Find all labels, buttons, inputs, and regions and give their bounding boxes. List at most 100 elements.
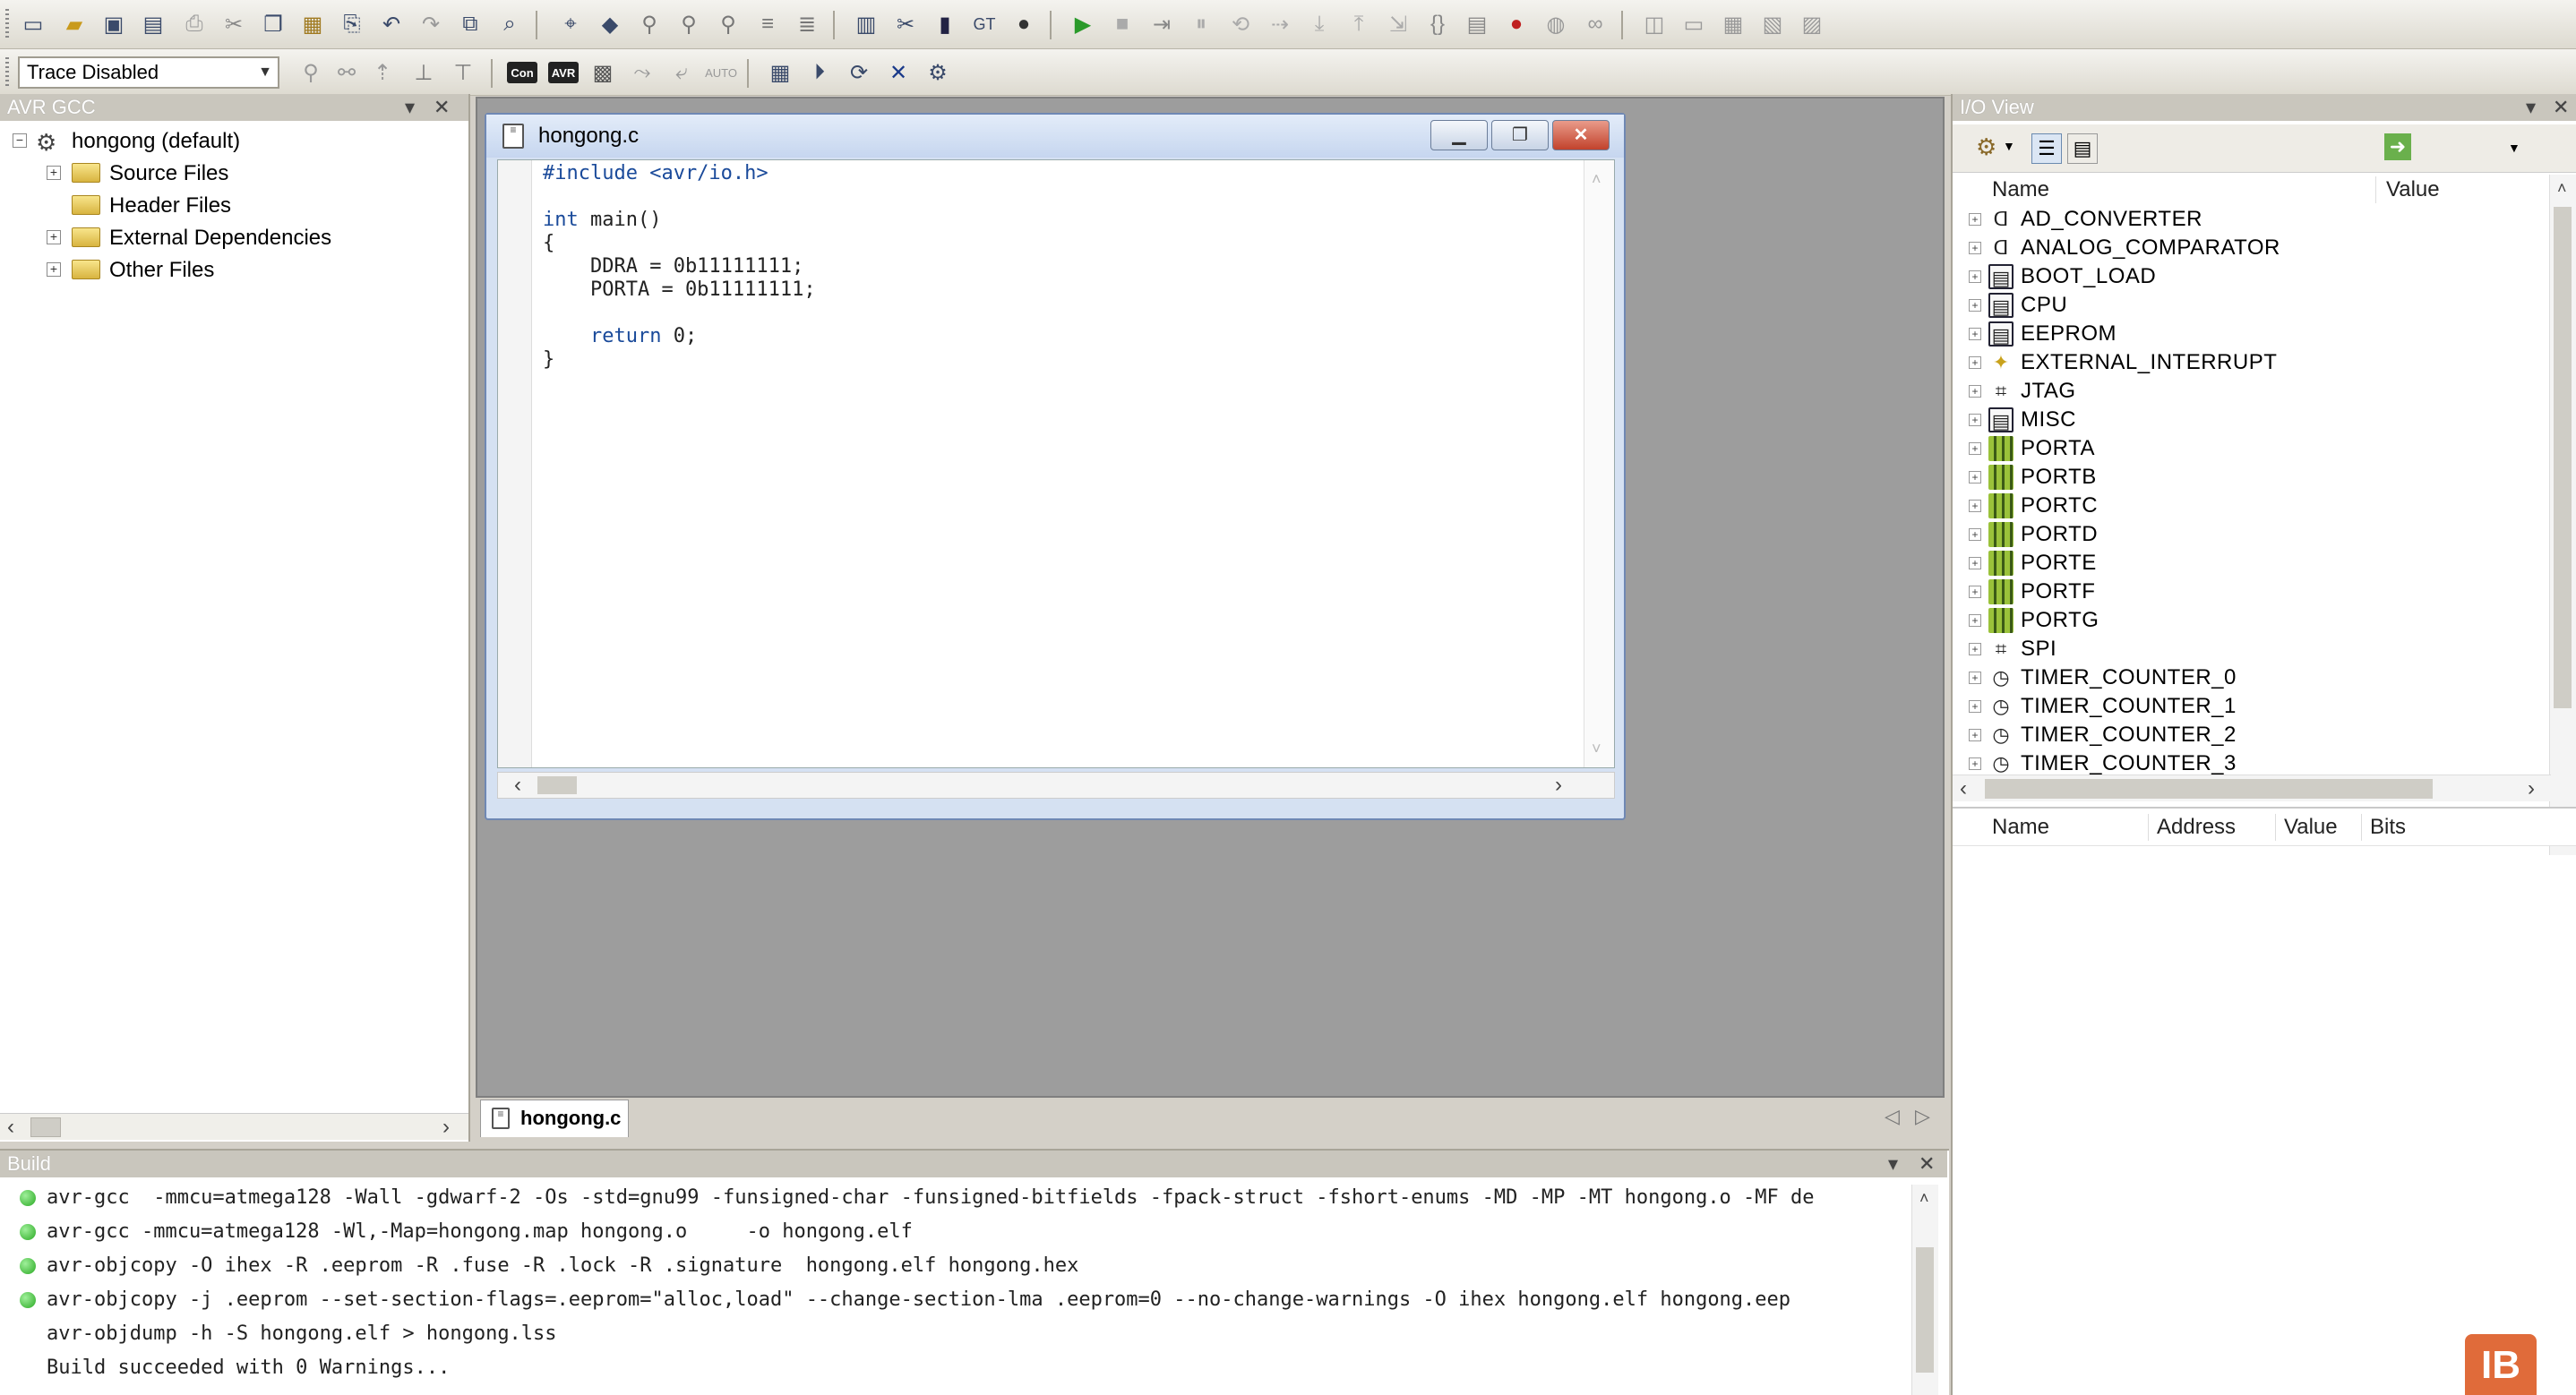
tree-item-source-files[interactable]: Source Files: [72, 158, 228, 189]
new-file-icon[interactable]: ▭: [18, 9, 48, 39]
step-icon[interactable]: ⇥: [1146, 9, 1177, 39]
window-icon[interactable]: ⧉: [455, 9, 485, 39]
io-item[interactable]: + ◷ TIMER_COUNTER_0: [1953, 663, 2526, 692]
editor-hscrollbar[interactable]: ‹ ›: [497, 772, 1615, 799]
tree-expand-icon[interactable]: +: [1969, 442, 1981, 455]
build-icon[interactable]: ▥: [851, 9, 881, 39]
breakpoint-icon[interactable]: ●: [1501, 9, 1532, 39]
paste-icon[interactable]: ▦: [297, 9, 328, 39]
io-item[interactable]: + ⌗ JTAG: [1953, 377, 2526, 406]
io-item[interactable]: + ⌗ SPI: [1953, 635, 2526, 663]
registers-icon[interactable]: ▦: [1718, 9, 1748, 39]
scroll-left-icon[interactable]: ‹: [1960, 775, 1967, 802]
io-item[interactable]: + PORTB: [1953, 463, 2526, 492]
gt-icon[interactable]: GT: [969, 9, 1000, 39]
outdent-icon[interactable]: ≣: [792, 9, 822, 39]
scroll-thumb[interactable]: [1985, 779, 2433, 799]
run-to-cursor-icon[interactable]: ⇲: [1383, 9, 1413, 39]
column-header-value[interactable]: Value: [2284, 812, 2338, 843]
copy-icon[interactable]: ❐: [258, 9, 288, 39]
compile-icon[interactable]: ✂: [890, 9, 921, 39]
scroll-right-icon[interactable]: ›: [2528, 775, 2535, 802]
tree-expand-icon[interactable]: +: [1969, 757, 1981, 770]
project-hscrollbar[interactable]: ‹ ›: [0, 1113, 468, 1140]
binoculars-icon[interactable]: ⌖: [555, 9, 586, 39]
redo-icon[interactable]: ↷: [416, 9, 446, 39]
open-file-icon[interactable]: ▰: [59, 9, 90, 39]
io-item[interactable]: + ◷ TIMER_COUNTER_2: [1953, 721, 2526, 749]
maximize-button[interactable]: ❐: [1491, 120, 1549, 150]
trace-up-icon[interactable]: ⇡: [367, 57, 398, 88]
panel-menu-icon[interactable]: ▾: [405, 94, 415, 121]
scroll-up-icon[interactable]: ˄: [1592, 166, 1601, 193]
close-x-icon[interactable]: ✕: [883, 57, 914, 88]
tree-expand-icon[interactable]: +: [47, 166, 61, 180]
scroll-up-icon[interactable]: ˄: [2557, 175, 2567, 201]
chevron-down-icon[interactable]: ▼: [258, 58, 272, 87]
io-item[interactable]: + ᗡ ANALOG_COMPARATOR: [1953, 234, 2526, 262]
scroll-thumb[interactable]: [537, 776, 577, 794]
tree-collapse-icon[interactable]: −: [13, 133, 27, 148]
bookmark-icon[interactable]: ◆: [595, 9, 625, 39]
build-vscrollbar[interactable]: ˄: [1911, 1185, 1938, 1395]
tree-expand-icon[interactable]: +: [1969, 614, 1981, 627]
tree-expand-icon[interactable]: +: [1969, 299, 1981, 312]
tree-expand-icon[interactable]: +: [1969, 414, 1981, 426]
chip-icon[interactable]: ▩: [588, 57, 618, 88]
chevron-down-icon[interactable]: ▼: [2508, 141, 2520, 155]
trace-start-icon[interactable]: ⚲: [296, 57, 326, 88]
io-item[interactable]: + PORTC: [1953, 492, 2526, 520]
undo-icon[interactable]: ↶: [376, 9, 407, 39]
pause-icon[interactable]: ⏸: [1186, 9, 1216, 39]
tree-expand-icon[interactable]: +: [1969, 328, 1981, 340]
disconnect-icon[interactable]: ⤶: [666, 57, 697, 88]
panel-close-icon[interactable]: ✕: [434, 94, 450, 121]
disassembly-icon[interactable]: ▤: [1462, 9, 1492, 39]
tree-expand-icon[interactable]: +: [1969, 557, 1981, 569]
scroll-thumb[interactable]: [1916, 1247, 1934, 1373]
rebuild-icon[interactable]: ▮: [930, 9, 960, 39]
io-item[interactable]: + PORTE: [1953, 549, 2526, 578]
step-out-icon[interactable]: ⤒: [1344, 9, 1374, 39]
project-root[interactable]: ⚙ hongong (default): [36, 126, 240, 157]
step-into-icon[interactable]: ⤓: [1304, 9, 1335, 39]
scroll-thumb[interactable]: [30, 1117, 61, 1137]
clear-breakpoints-icon[interactable]: ◍: [1541, 9, 1571, 39]
tree-item-header-files[interactable]: Header Files: [72, 191, 231, 221]
tree-expand-icon[interactable]: +: [1969, 500, 1981, 512]
play-frame-icon[interactable]: ⏵: [804, 57, 835, 88]
tree-expand-icon[interactable]: +: [47, 262, 61, 277]
bookmark-next-icon[interactable]: ⚲: [634, 9, 665, 39]
tree-item-other-files[interactable]: Other Files: [72, 255, 214, 286]
tab-hongong-c[interactable]: ≡ hongong.c: [480, 1100, 629, 1137]
tab-scroll-left-icon[interactable]: ◁: [1885, 1105, 1900, 1128]
calendar-icon[interactable]: ▦: [765, 57, 795, 88]
tree-view-icon[interactable]: ☰: [2031, 133, 2062, 164]
debug-icon[interactable]: ●: [1009, 9, 1039, 39]
minimize-button[interactable]: ▁: [1430, 120, 1488, 150]
tree-expand-icon[interactable]: +: [1969, 643, 1981, 655]
tree-expand-icon[interactable]: +: [1969, 213, 1981, 226]
tree-expand-icon[interactable]: +: [47, 230, 61, 244]
tree-expand-icon[interactable]: +: [1969, 385, 1981, 398]
trace-stop-icon[interactable]: ⚯: [331, 57, 362, 88]
io-item[interactable]: + ▤ MISC: [1953, 406, 2526, 434]
trace-mode-select[interactable]: Trace Disabled ▼: [18, 56, 279, 89]
panel-close-icon[interactable]: ✕: [2553, 94, 2569, 121]
io-vscrollbar[interactable]: ˄ ˅: [2549, 175, 2576, 855]
io-item[interactable]: + ◷ TIMER_COUNTER_1: [1953, 692, 2526, 721]
auto-icon[interactable]: AUTO: [705, 57, 737, 88]
toolbar-grip[interactable]: [5, 57, 9, 88]
tree-expand-icon[interactable]: +: [1969, 270, 1981, 283]
scroll-up-icon[interactable]: ˄: [1919, 1185, 1929, 1211]
reset-icon[interactable]: ⟲: [1225, 9, 1256, 39]
watch-icon[interactable]: ◫: [1639, 9, 1670, 39]
avr-icon[interactable]: AVR: [548, 62, 579, 83]
io-item[interactable]: + ᗡ AD_CONVERTER: [1953, 205, 2526, 234]
tree-expand-icon[interactable]: +: [1969, 471, 1981, 484]
io-item[interactable]: + ▤ CPU: [1953, 291, 2526, 320]
filter-icon[interactable]: ⚙: [1976, 133, 1996, 161]
editor-titlebar[interactable]: ≡ hongong.c ▁ ❐ ✕: [486, 115, 1624, 158]
memory-icon[interactable]: ▭: [1679, 9, 1709, 39]
tree-expand-icon[interactable]: +: [1969, 586, 1981, 598]
